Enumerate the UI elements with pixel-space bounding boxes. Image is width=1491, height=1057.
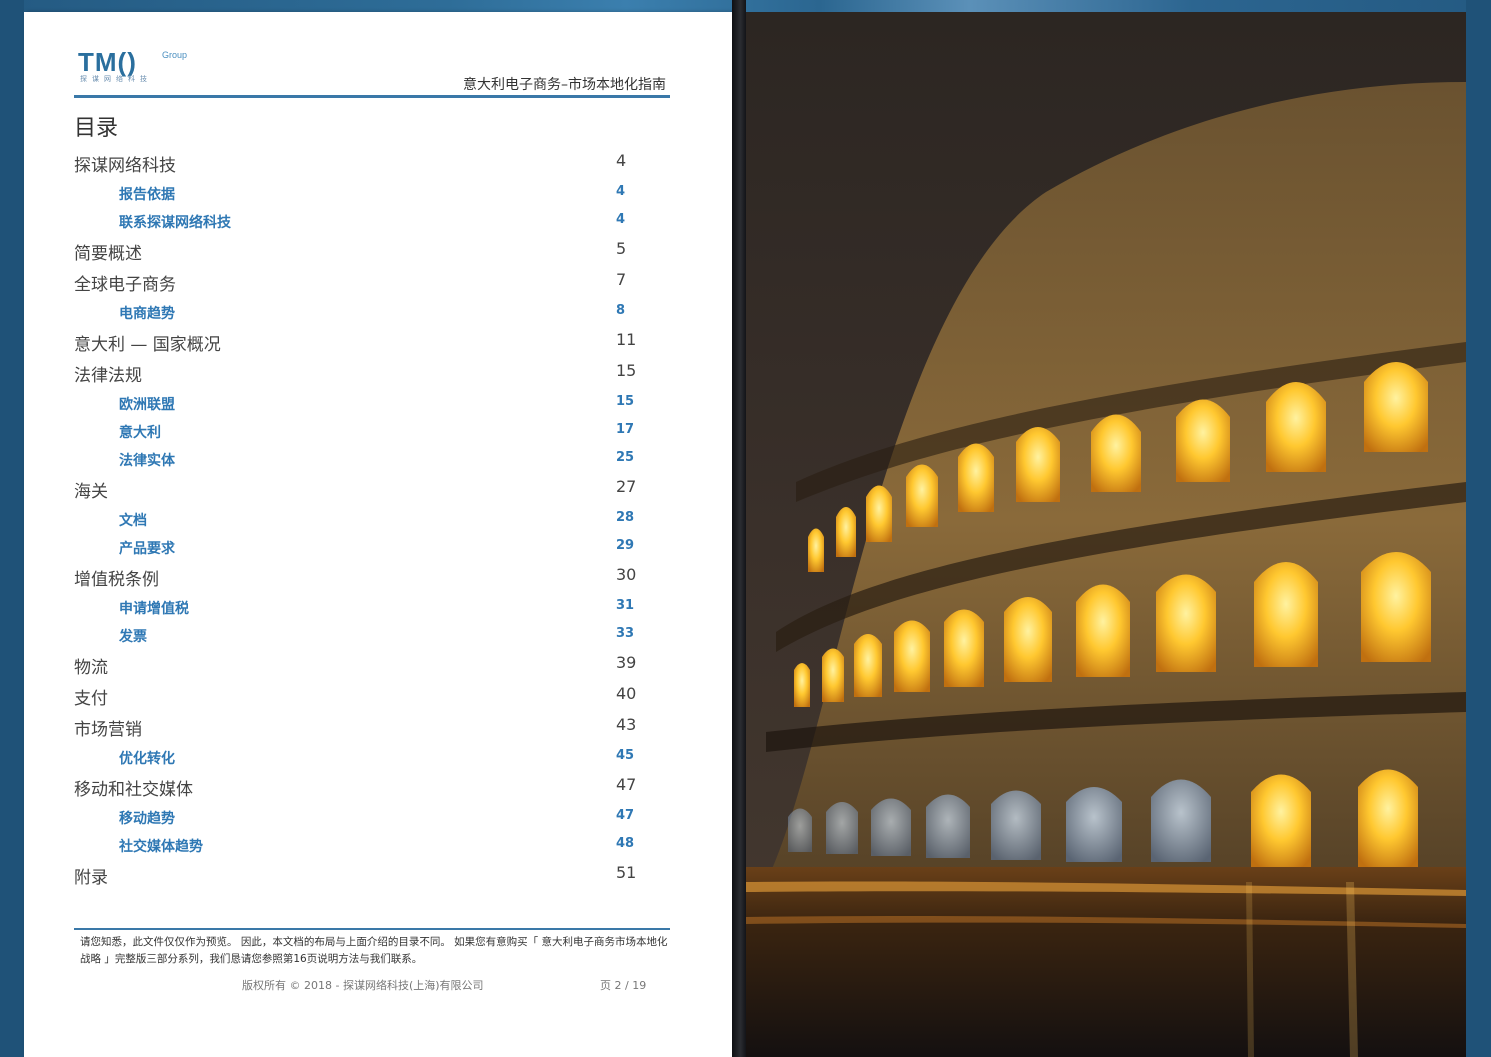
toc-entry-label: 法律法规 (74, 366, 142, 386)
toc-entry-label: 探谋网络科技 (74, 156, 176, 176)
toc-entry[interactable]: 增值税条例 30 (24, 565, 732, 590)
toc-entry[interactable]: 法律法规 15 (24, 361, 732, 386)
toc-entry-label: 发票 (119, 629, 147, 645)
toc-entry[interactable]: 社交媒体趋势 48 (24, 836, 732, 860)
toc-entry-label: 法律实体 (119, 453, 175, 469)
toc-entry[interactable]: 报告依据 4 (24, 184, 732, 208)
toc-entry-label: 全球电子商务 (74, 275, 176, 295)
toc-entry[interactable]: 移动趋势 47 (24, 808, 732, 832)
toc-entry-page: 27 (616, 477, 637, 496)
viewer-right-frame (1466, 0, 1491, 1057)
toc-entry-page: 51 (616, 863, 637, 882)
toc-entry-page: 11 (616, 330, 637, 349)
toc-entry-label: 移动和社交媒体 (74, 780, 193, 800)
book-spine (732, 0, 746, 1057)
toc-entry[interactable]: 附录 51 (24, 863, 732, 888)
toc-entry[interactable]: 物流 39 (24, 653, 732, 678)
page-indicator: 页 2 / 19 (600, 979, 647, 992)
toc-entry-page: 45 (616, 748, 635, 763)
toc-entry-label: 优化转化 (119, 751, 175, 767)
toc-entry-page: 4 (616, 212, 626, 227)
toc-entry[interactable]: 市场营销 43 (24, 715, 732, 740)
toc-entry[interactable]: 优化转化 45 (24, 748, 732, 772)
toc-entry[interactable]: 文档 28 (24, 510, 732, 534)
toc-entry-page: 30 (616, 565, 637, 584)
toc-entry-page: 15 (616, 394, 635, 409)
toc-entry-page: 47 (616, 775, 637, 794)
toc-entry-page: 47 (616, 808, 635, 823)
toc-entry-page: 43 (616, 715, 637, 734)
toc-entry-label: 支付 (74, 689, 108, 709)
toc-entry-page: 15 (616, 361, 637, 380)
toc-heading: 目录 (74, 116, 119, 141)
toc-entry[interactable]: 探谋网络科技 4 (24, 151, 732, 176)
toc-entry-label: 简要概述 (74, 244, 142, 264)
toc-entry-page: 5 (616, 239, 627, 258)
logo-chinese-text: 探谋网络科技 (80, 75, 152, 83)
toc-entry-label: 申请增值税 (119, 601, 189, 617)
toc-entry[interactable]: 联系探谋网络科技 4 (24, 212, 732, 236)
toc-entry-page: 39 (616, 653, 637, 672)
toc-entry-page: 8 (616, 303, 626, 318)
toc-entry[interactable]: 意大利 — 国家概况 11 (24, 330, 732, 355)
toc-entry-page: 17 (616, 422, 635, 437)
toc-entry-label: 欧洲联盟 (119, 397, 175, 413)
toc-entry-label: 意大利 (119, 425, 161, 441)
toc-entry[interactable]: 意大利 17 (24, 422, 732, 446)
toc-entry-label: 文档 (119, 513, 147, 529)
toc-entry-label: 报告依据 (119, 187, 175, 203)
toc-entry-page: 4 (616, 184, 626, 199)
colosseum-photo (746, 12, 1466, 1057)
toc-entry-label: 电商趋势 (119, 306, 175, 322)
toc-entry-page: 33 (616, 626, 635, 641)
viewer-left-frame (0, 0, 24, 1057)
toc-entry-label: 增值税条例 (74, 570, 159, 590)
toc-entry-page: 25 (616, 450, 635, 465)
toc-entry[interactable]: 发票 33 (24, 626, 732, 650)
toc-entry-label: 意大利 — 国家概况 (74, 335, 221, 355)
toc-entry-label: 社交媒体趋势 (119, 839, 203, 855)
toc-entry-label: 产品要求 (119, 541, 175, 557)
toc-entry-label: 海关 (74, 482, 108, 502)
toc-entry-page: 29 (616, 538, 635, 553)
toc-entry[interactable]: 全球电子商务 7 (24, 270, 732, 295)
toc-entry-page: 28 (616, 510, 635, 525)
toc-entry-page: 7 (616, 270, 627, 289)
toc-entry[interactable]: 电商趋势 8 (24, 303, 732, 327)
toc-entry[interactable]: 移动和社交媒体 47 (24, 775, 732, 800)
toc-entry[interactable]: 简要概述 5 (24, 239, 732, 264)
toc-entry-label: 物流 (74, 658, 108, 678)
preview-notice: 请您知悉，此文件仅仅作为预览。 因此，本文档的布局与上面介绍的目录不同。 如果您… (80, 936, 668, 965)
company-logo: TM() Group 探谋网络科技 (78, 48, 198, 88)
toc-entry-page: 48 (616, 836, 635, 851)
toc-entry[interactable]: 海关 27 (24, 477, 732, 502)
copyright-text: 版权所有 © 2018 - 探谋网络科技(上海)有限公司 (242, 979, 484, 992)
colosseum-illustration (746, 12, 1466, 1057)
toc-entry[interactable]: 支付 40 (24, 684, 732, 709)
toc-entry-page: 40 (616, 684, 637, 703)
toc-entry-label: 联系探谋网络科技 (119, 215, 231, 231)
footer-divider (74, 928, 670, 930)
toc-entry-label: 移动趋势 (119, 811, 175, 827)
logo-mark: TM() (78, 47, 137, 77)
toc-entry[interactable]: 申请增值税 31 (24, 598, 732, 622)
logo-group-text: Group (162, 50, 188, 60)
document-page-left: TM() Group 探谋网络科技 意大利电子商务–市场本地化指南 目录 探谋网… (24, 12, 732, 1057)
toc-entry[interactable]: 欧洲联盟 15 (24, 394, 732, 418)
toc-entry-label: 市场营销 (74, 720, 142, 740)
toc-entry[interactable]: 法律实体 25 (24, 450, 732, 474)
toc-entry-page: 4 (616, 151, 627, 170)
document-title: 意大利电子商务–市场本地化指南 (463, 77, 666, 93)
toc-entry-page: 31 (616, 598, 635, 613)
header-divider (74, 95, 670, 98)
toc-entry[interactable]: 产品要求 29 (24, 538, 732, 562)
toc-entry-label: 附录 (74, 868, 108, 888)
